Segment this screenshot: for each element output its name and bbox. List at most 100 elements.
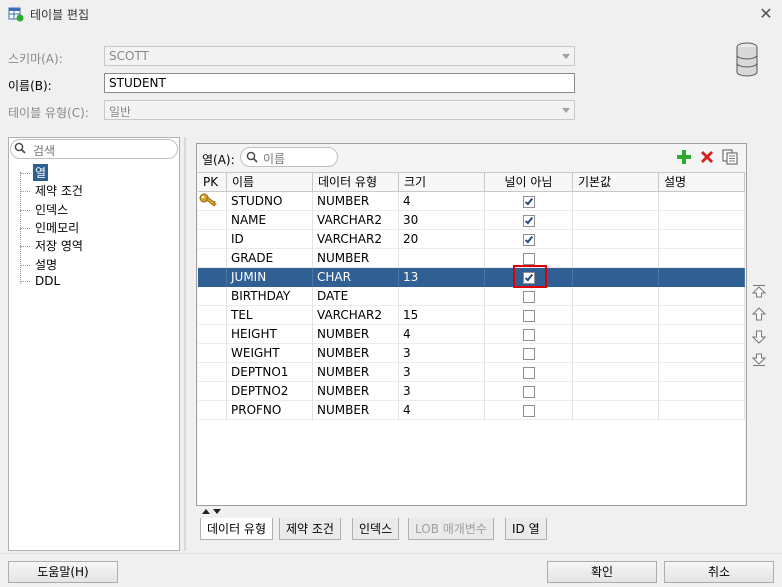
cell-name[interactable]: JUMIN — [227, 268, 313, 287]
move-top-icon[interactable] — [752, 284, 766, 298]
cell-name[interactable]: WEIGHT — [227, 344, 313, 363]
cell-type[interactable]: NUMBER — [313, 363, 399, 382]
table-row[interactable]: GRADE NUMBER — [198, 249, 745, 268]
header-default[interactable]: 기본값 — [573, 173, 659, 192]
cell-not-null[interactable] — [485, 287, 573, 306]
cell-comment[interactable] — [659, 325, 745, 344]
not-null-checkbox[interactable] — [523, 253, 535, 265]
cell-size[interactable]: 3 — [399, 382, 485, 401]
cell-not-null[interactable] — [485, 401, 573, 420]
cell-size[interactable]: 30 — [399, 211, 485, 230]
cell-not-null[interactable] — [485, 192, 573, 211]
tree-item-ddl[interactable]: DDL — [20, 274, 62, 292]
move-down-icon[interactable] — [752, 330, 766, 344]
cancel-button[interactable]: 취소 — [664, 561, 774, 583]
tree-item-columns[interactable]: 열 — [20, 164, 49, 182]
cell-default[interactable] — [573, 325, 659, 344]
tab-data-type[interactable]: 데이터 유형 — [200, 518, 274, 540]
table-row[interactable]: BIRTHDAY DATE — [198, 287, 745, 306]
cell-type[interactable]: NUMBER — [313, 325, 399, 344]
cell-type[interactable]: NUMBER — [313, 344, 399, 363]
cell-type[interactable]: CHAR — [313, 268, 399, 287]
not-null-checkbox[interactable] — [523, 196, 535, 208]
cell-type[interactable]: VARCHAR2 — [313, 306, 399, 325]
cell-comment[interactable] — [659, 401, 745, 420]
copy-icon[interactable] — [722, 149, 738, 165]
not-null-checkbox[interactable] — [523, 405, 535, 417]
cell-default[interactable] — [573, 230, 659, 249]
cell-name[interactable]: PROFNO — [227, 401, 313, 420]
table-row[interactable]: PROFNO NUMBER 4 — [198, 401, 745, 420]
table-name-input[interactable]: STUDENT — [104, 73, 575, 93]
table-row[interactable]: DEPTNO2 NUMBER 3 — [198, 382, 745, 401]
cell-default[interactable] — [573, 401, 659, 420]
cell-pk[interactable] — [198, 211, 227, 230]
tree-item-constraints[interactable]: 제약 조건 — [20, 182, 85, 200]
cell-not-null[interactable] — [485, 306, 573, 325]
cell-name[interactable]: NAME — [227, 211, 313, 230]
cell-name[interactable]: DEPTNO2 — [227, 382, 313, 401]
cell-comment[interactable] — [659, 230, 745, 249]
not-null-checkbox[interactable] — [523, 348, 535, 360]
cell-name[interactable]: BIRTHDAY — [227, 287, 313, 306]
delete-icon[interactable] — [699, 149, 715, 165]
cell-default[interactable] — [573, 306, 659, 325]
table-row[interactable]: TEL VARCHAR2 15 — [198, 306, 745, 325]
cell-size[interactable]: 13 — [399, 268, 485, 287]
cell-pk[interactable] — [198, 344, 227, 363]
cell-pk[interactable] — [198, 230, 227, 249]
table-row[interactable]: JUMIN CHAR 13 — [198, 268, 745, 287]
header-comment[interactable]: 설명 — [659, 173, 745, 192]
tab-constraints[interactable]: 제약 조건 — [279, 518, 341, 540]
table-row[interactable]: DEPTNO1 NUMBER 3 — [198, 363, 745, 382]
cell-size[interactable] — [399, 287, 485, 306]
cell-comment[interactable] — [659, 363, 745, 382]
cell-size[interactable]: 15 — [399, 306, 485, 325]
not-null-checkbox[interactable] — [523, 329, 535, 341]
cell-comment[interactable] — [659, 344, 745, 363]
cell-type[interactable]: NUMBER — [313, 382, 399, 401]
cell-default[interactable] — [573, 192, 659, 211]
tree-search-input[interactable]: 검색 — [10, 139, 178, 159]
cell-size[interactable]: 4 — [399, 401, 485, 420]
cell-default[interactable] — [573, 249, 659, 268]
table-row[interactable]: NAME VARCHAR2 30 — [198, 211, 745, 230]
cell-type[interactable]: VARCHAR2 — [313, 230, 399, 249]
tab-indexes[interactable]: 인덱스 — [352, 518, 400, 540]
header-pk[interactable]: PK — [198, 173, 227, 192]
add-icon[interactable] — [676, 149, 692, 165]
cell-not-null[interactable] — [485, 382, 573, 401]
cell-pk[interactable] — [198, 363, 227, 382]
cell-comment[interactable] — [659, 249, 745, 268]
cell-default[interactable] — [573, 382, 659, 401]
cell-default[interactable] — [573, 363, 659, 382]
cell-default[interactable] — [573, 268, 659, 287]
collapse-toggle-icon[interactable] — [200, 507, 224, 515]
cell-size[interactable]: 4 — [399, 325, 485, 344]
cell-pk[interactable] — [198, 249, 227, 268]
table-row[interactable]: WEIGHT NUMBER 3 — [198, 344, 745, 363]
table-row[interactable]: STUDNO NUMBER 4 — [198, 192, 745, 211]
cell-pk[interactable] — [198, 268, 227, 287]
not-null-checkbox[interactable] — [523, 291, 535, 303]
cell-pk[interactable] — [198, 325, 227, 344]
cell-size[interactable] — [399, 249, 485, 268]
table-type-select[interactable]: 일반 — [104, 100, 575, 120]
cell-comment[interactable] — [659, 287, 745, 306]
tree-item-storage[interactable]: 저장 영역 — [20, 237, 85, 255]
tree-item-inmemory[interactable]: 인메모리 — [20, 219, 81, 237]
cell-size[interactable]: 3 — [399, 344, 485, 363]
cell-type[interactable]: NUMBER — [313, 249, 399, 268]
move-up-icon[interactable] — [752, 307, 766, 321]
cell-name[interactable]: ID — [227, 230, 313, 249]
cell-comment[interactable] — [659, 192, 745, 211]
table-row[interactable]: HEIGHT NUMBER 4 — [198, 325, 745, 344]
cell-type[interactable]: VARCHAR2 — [313, 211, 399, 230]
cell-type[interactable]: NUMBER — [313, 401, 399, 420]
cell-default[interactable] — [573, 344, 659, 363]
cell-not-null[interactable] — [485, 363, 573, 382]
cell-default[interactable] — [573, 287, 659, 306]
table-row[interactable]: ID VARCHAR2 20 — [198, 230, 745, 249]
cell-name[interactable]: DEPTNO1 — [227, 363, 313, 382]
cell-name[interactable]: STUDNO — [227, 192, 313, 211]
